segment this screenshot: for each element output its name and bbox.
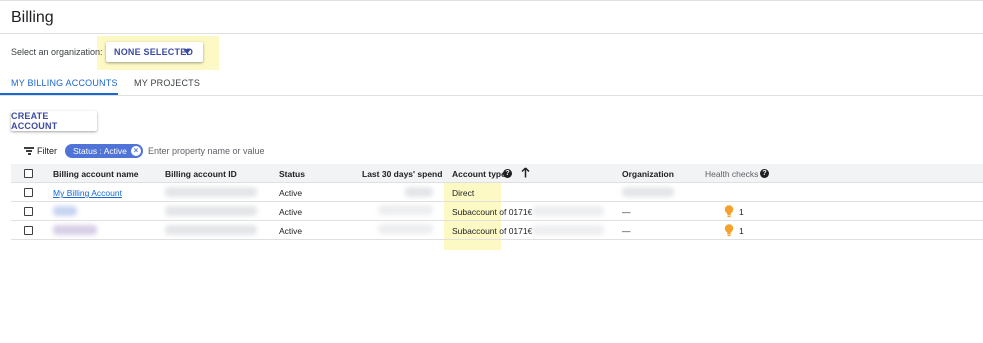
filter-label: Filter <box>37 146 57 156</box>
status-filter-chip[interactable]: Status : Active × <box>65 144 143 158</box>
tab-my-projects[interactable]: MY PROJECTS <box>134 78 200 88</box>
row-checkbox[interactable] <box>24 188 33 197</box>
org-selector-value: NONE SELECTED <box>114 47 194 57</box>
billing-account-name-link[interactable]: My Billing Account <box>53 188 122 198</box>
account-type-cell: Direct <box>452 188 475 198</box>
redacted-spend <box>378 205 433 215</box>
organization-cell: — <box>622 226 631 236</box>
column-header-name[interactable]: Billing account name <box>53 169 139 179</box>
redacted-account-id <box>165 206 257 216</box>
top-border <box>0 0 983 1</box>
filter-icon[interactable] <box>24 147 34 155</box>
lightbulb-icon <box>724 205 734 218</box>
status-cell: Active <box>279 226 303 236</box>
tab-my-billing-accounts[interactable]: MY BILLING ACCOUNTS <box>11 78 118 88</box>
redacted-organization <box>622 187 674 197</box>
sort-ascending-icon[interactable] <box>521 167 530 178</box>
redacted-account-type-suffix <box>532 206 604 216</box>
column-header-spend[interactable]: Last 30 days' spend <box>362 169 442 179</box>
org-selector-label: Select an organization: <box>11 47 103 57</box>
status-cell: Active <box>279 207 303 217</box>
row-divider <box>11 201 983 202</box>
redacted-spend <box>378 224 433 234</box>
help-icon[interactable]: ? <box>760 169 769 178</box>
column-header-health-checks: Health checks <box>705 169 759 179</box>
dropdown-caret-icon <box>183 49 191 54</box>
account-type-cell: Subaccount of 0171€ <box>452 226 533 236</box>
close-icon[interactable]: × <box>131 146 141 156</box>
redacted-account-id <box>165 225 257 235</box>
column-header-status[interactable]: Status <box>279 169 305 179</box>
redacted-account-name[interactable] <box>53 206 77 216</box>
status-filter-chip-label: Status : Active <box>73 146 127 156</box>
row-checkbox[interactable] <box>24 207 33 216</box>
column-header-account-type[interactable]: Account type <box>452 169 506 179</box>
filter-input[interactable] <box>148 143 448 158</box>
status-cell: Active <box>279 188 303 198</box>
table-header-divider <box>11 182 983 183</box>
help-icon[interactable]: ? <box>503 169 512 178</box>
row-checkbox[interactable] <box>24 226 33 235</box>
redacted-account-id <box>165 187 257 197</box>
account-type-cell: Subaccount of 0171€ <box>452 207 533 217</box>
row-divider <box>11 239 983 240</box>
lightbulb-icon <box>724 224 734 237</box>
column-header-organization[interactable]: Organization <box>622 169 674 179</box>
redacted-spend <box>405 187 433 197</box>
column-header-id[interactable]: Billing account ID <box>165 169 237 179</box>
tabs-divider <box>0 95 983 96</box>
health-check-count: 1 <box>739 207 744 217</box>
select-all-checkbox[interactable] <box>24 169 33 178</box>
health-check-count: 1 <box>739 226 744 236</box>
org-selector-button[interactable]: NONE SELECTED <box>106 42 203 62</box>
redacted-account-type-suffix <box>532 225 604 235</box>
header-divider <box>0 33 983 34</box>
page-title: Billing <box>11 9 54 26</box>
redacted-account-name[interactable] <box>53 225 97 235</box>
create-account-button[interactable]: CREATE ACCOUNT <box>11 111 97 131</box>
row-divider <box>11 220 983 221</box>
organization-cell: — <box>622 207 631 217</box>
